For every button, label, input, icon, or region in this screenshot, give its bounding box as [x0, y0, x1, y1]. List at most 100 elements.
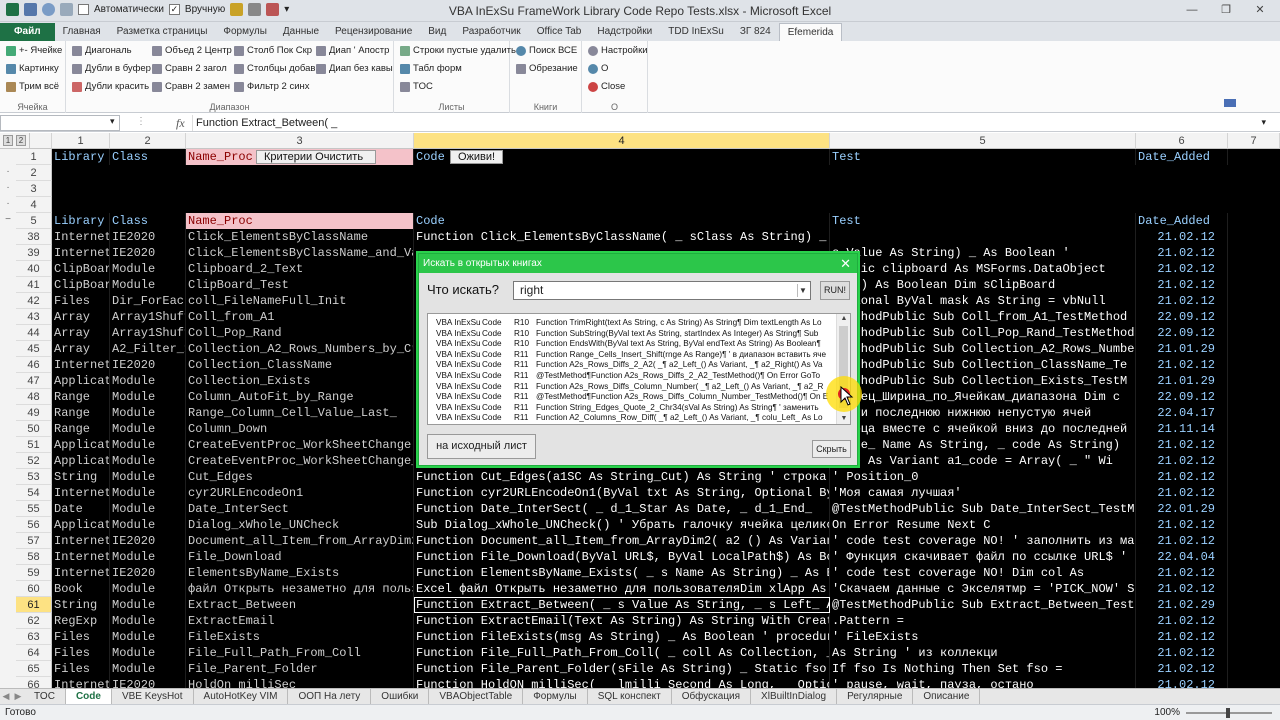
cell-date[interactable]: 21.02.29	[1136, 597, 1228, 613]
cell-class[interactable]: IE2020	[110, 357, 186, 373]
cell-name-proc[interactable]: Collection_ClassName	[186, 357, 414, 373]
ribbon-btn-range-apostrophe[interactable]: Диап ' Апостр	[316, 45, 389, 56]
cell-test[interactable]: _Code_ Name As String, _ code As String)	[830, 437, 1136, 453]
next-sheet-icon[interactable]: ▶	[12, 691, 24, 702]
cell-library[interactable]: Application	[52, 373, 110, 389]
row-header[interactable]: 44	[16, 325, 52, 341]
folder-icon[interactable]	[230, 3, 244, 16]
cell-name-proc[interactable]: CreateEventProc_WorkSheetChange	[186, 437, 414, 453]
tab-developer[interactable]: Разработчик	[454, 23, 528, 41]
tab-tdd-inexsu[interactable]: TDD InExSu	[660, 23, 732, 41]
ribbon-btn-toc[interactable]: TOC	[400, 81, 433, 92]
row-header[interactable]: 50	[16, 421, 52, 437]
cell-test[interactable]: толбца вместе с ячейкой вниз до последне…	[830, 421, 1136, 437]
result-item[interactable]: VBA InExSu Code R11 @TestMethod¶Function A2…	[428, 392, 836, 403]
cell-test[interactable]: On Error Resume Next C	[830, 517, 1136, 533]
cell-date[interactable]: 21.01.29	[1136, 341, 1228, 357]
cell-name-proc[interactable]: CreateEventProc_WorkSheetChange_Fill	[186, 453, 414, 469]
cell-test[interactable]: толбец_Ширина_по_Ячейкам_диапазона Dim c	[830, 389, 1136, 405]
auto-calc-checkbox[interactable]	[78, 4, 89, 15]
cell-class-header[interactable]: Class	[110, 149, 186, 165]
cell-test[interactable]: ' code test coverage NO! Dim col As	[830, 565, 1136, 581]
cell-test[interactable]: tMethodPublic Sub Coll_from_A1_TestMetho…	[830, 309, 1136, 325]
cell-name-proc-header2[interactable]: Name_Proc	[186, 213, 414, 229]
cell-name-proc[interactable]: File_Parent_Folder	[186, 661, 414, 677]
cell-date[interactable]: 21.01.29	[1136, 373, 1228, 389]
row-header[interactable]: 3	[16, 181, 52, 197]
row-header[interactable]: 48	[16, 389, 52, 405]
cell-name-proc[interactable]: Coll_from_A1	[186, 309, 414, 325]
cell-date[interactable]: 21.02.12	[1136, 581, 1228, 597]
cell-library[interactable]: Date	[52, 501, 110, 517]
cell-code[interactable]: Function File_Download(ByVal URL$, ByVal…	[414, 549, 830, 565]
cell-date[interactable]: 21.02.12	[1136, 485, 1228, 501]
row-header[interactable]: 56	[16, 517, 52, 533]
row-header[interactable]: 60	[16, 581, 52, 597]
row-header[interactable]: 55	[16, 501, 52, 517]
ribbon-btn-trim[interactable]: Обрезание	[516, 63, 578, 74]
row-header[interactable]: 65	[16, 661, 52, 677]
cell-library[interactable]: Range	[52, 405, 110, 421]
cell-test[interactable]: ' FileExists	[830, 629, 1136, 645]
cell-class[interactable]: Module	[110, 453, 186, 469]
tab-data[interactable]: Данные	[275, 23, 327, 41]
cell-name-proc[interactable]: Extract_Between	[186, 597, 414, 613]
cell-test[interactable]: ' code test coverage NO! ' заполнить из …	[830, 533, 1136, 549]
cell-test-header[interactable]: Test	[830, 149, 1136, 165]
result-item[interactable]: VBA InExSu Code R11 Function Range_Cells_In…	[428, 350, 836, 361]
cell-test[interactable]: tMethodPublic Sub Collection_A2_Rows_Num…	[830, 341, 1136, 357]
row-header[interactable]: 61	[16, 597, 52, 613]
cell-class[interactable]: IE2020	[110, 533, 186, 549]
cell-name-proc[interactable]: Cut_Edges	[186, 469, 414, 485]
ribbon-btn-search-all[interactable]: Поиск ВСЕ	[516, 45, 577, 56]
result-item[interactable]: VBA InExSu Code R10 Function SubString(ByVa…	[428, 329, 836, 340]
cell-class[interactable]: Module	[110, 261, 186, 277]
row-header[interactable]: 66	[16, 677, 52, 688]
cell-library[interactable]: Application	[52, 453, 110, 469]
cell-name-proc[interactable]: ExtractEmail	[186, 613, 414, 629]
outline-level-1[interactable]: 1	[3, 135, 13, 146]
cell-library[interactable]: Range	[52, 389, 110, 405]
cell-class[interactable]: Array1Shuff	[110, 309, 186, 325]
col-header-1[interactable]: 1	[52, 133, 110, 149]
cell-name-proc[interactable]: Range_Column_Cell_Value_Last_	[186, 405, 414, 421]
tab-view[interactable]: Вид	[420, 23, 454, 41]
ribbon-btn-compare-headers[interactable]: Сравн 2 загол	[152, 63, 227, 74]
row-header[interactable]: 49	[16, 405, 52, 421]
cell-code[interactable]: Function Document_all_Item_from_ArrayDim…	[414, 533, 830, 549]
cell-date[interactable]: 21.02.12	[1136, 533, 1228, 549]
cell-class[interactable]: Module	[110, 437, 186, 453]
ribbon-btn-col-show-hide[interactable]: Столб Пок Скр	[234, 45, 312, 56]
col-header-6[interactable]: 6	[1136, 133, 1228, 149]
cell-library[interactable]: Range	[52, 421, 110, 437]
row-header[interactable]: 54	[16, 485, 52, 501]
result-item[interactable]: VBA InExSu Code R11 @TestMethod¶Function A2…	[428, 371, 836, 382]
cell-name-proc[interactable]: Clipboard_2_Text	[186, 261, 414, 277]
outline-level-2[interactable]: 2	[16, 135, 26, 146]
row-header[interactable]: 58	[16, 549, 52, 565]
cell-name-proc[interactable]: Date_InterSect	[186, 501, 414, 517]
cell-class[interactable]: Module	[110, 549, 186, 565]
cell-class[interactable]: Module	[110, 389, 186, 405]
cell-name-proc[interactable]: Column_AutoFit_by_Range	[186, 389, 414, 405]
sheet-tab[interactable]: XlBuiltInDialog	[751, 689, 838, 704]
ribbon-btn-about[interactable]: О	[588, 63, 608, 74]
tab-review[interactable]: Рецензирование	[327, 23, 420, 41]
cell-test[interactable]: найти последнюю нижнюю непустую ячей	[830, 405, 1136, 421]
cell-name-proc[interactable]: File_Full_Path_From_Coll	[186, 645, 414, 661]
cell-library[interactable]: ClipBoard	[52, 261, 110, 277]
sort-icon[interactable]	[266, 3, 280, 16]
cell-library[interactable]: Files	[52, 293, 110, 309]
first-sheet-icon[interactable]: ◀	[0, 691, 12, 702]
row-header[interactable]: 47	[16, 373, 52, 389]
cell-code[interactable]: Function ExtractEmail(Text As String) As…	[414, 613, 830, 629]
cell-class[interactable]: Module	[110, 645, 186, 661]
cell-class[interactable]: Module	[110, 421, 186, 437]
cell-date[interactable]: 22.09.12	[1136, 389, 1228, 405]
ribbon-btn-delete-empty-rows[interactable]: Строки пустые удалить	[400, 45, 516, 56]
cell-code[interactable]: Function HoldON_milliSec( _ lmilli Secon…	[414, 677, 830, 688]
cell-name-proc[interactable]: файл Открыть незаметно для пользователя	[186, 581, 414, 597]
cell-test[interactable]: As String ' из коллекци	[830, 645, 1136, 661]
result-item[interactable]: VBA InExSu Code R11 Function A2s_Rows_Diffs…	[428, 382, 836, 393]
cell-class[interactable]: Array1Shuff	[110, 325, 186, 341]
